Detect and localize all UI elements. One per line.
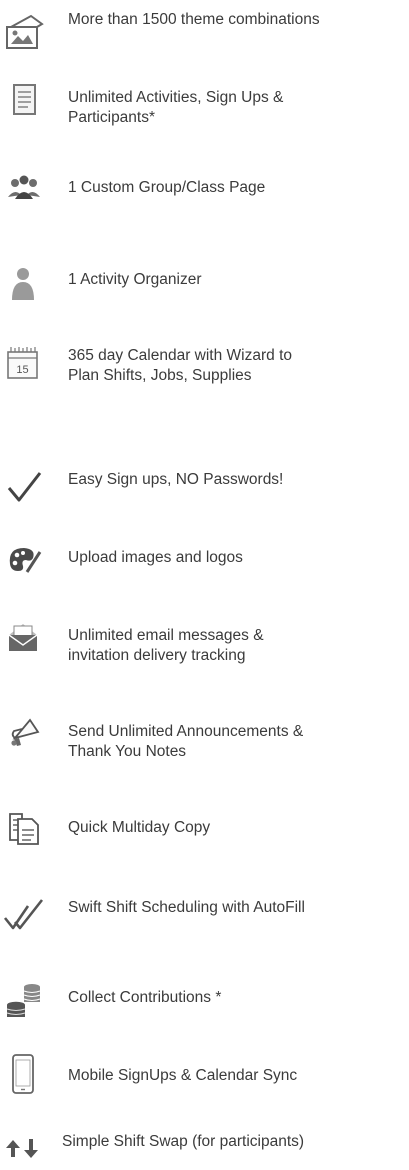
double-checkmark-icon	[2, 892, 46, 936]
person-icon	[2, 260, 46, 304]
group-icon	[2, 168, 46, 212]
feature-item-easy-signup: Easy Sign ups, NO Passwords!	[0, 462, 409, 512]
theme-picture-icon	[2, 10, 46, 54]
feature-label: Unlimited email messages & invitation de…	[68, 627, 264, 664]
feature-item-themes: More than 1500 theme combinations	[0, 6, 409, 56]
calendar-icon: 15	[2, 342, 46, 386]
feature-item-organizer: 1 Activity Organizer	[0, 258, 409, 308]
feature-label: More than 1500 theme combinations	[68, 11, 320, 28]
document-icon	[2, 80, 46, 124]
feature-label: Simple Shift Swap (for participants)	[62, 1133, 305, 1150]
feature-item-autofill: Swift Shift Scheduling with AutoFill	[0, 888, 409, 938]
megaphone-icon	[2, 712, 46, 756]
feature-label: 1 Custom Group/Class Page	[68, 179, 266, 196]
feature-label: Swift Shift Scheduling with AutoFill	[68, 899, 305, 916]
feature-label: Unlimited Activities, Sign Ups & Partici…	[68, 89, 284, 126]
feature-item-contributions: Collect Contributions *	[0, 978, 409, 1028]
swap-arrows-icon	[2, 1124, 46, 1168]
feature-item-upload-images: Upload images and logos	[0, 538, 409, 588]
feature-label: Mobile SignUps & Calendar Sync	[68, 1067, 298, 1084]
checkmark-icon	[2, 464, 46, 508]
feature-label: Easy Sign ups, NO Passwords!	[68, 471, 284, 488]
feature-item-activities: Unlimited Activities, Sign Ups & Partici…	[0, 80, 409, 130]
copy-documents-icon	[2, 806, 46, 850]
feature-label: Send Unlimited Announcements & Thank You…	[68, 723, 304, 760]
mobile-phone-icon	[2, 1052, 46, 1096]
feature-label: Collect Contributions *	[68, 989, 222, 1006]
feature-item-shift-swap: Simple Shift Swap (for participants)	[0, 1120, 409, 1170]
feature-label: Upload images and logos	[68, 549, 243, 566]
feature-item-email: Unlimited email messages & invitation de…	[0, 614, 409, 664]
feature-item-group-page: 1 Custom Group/Class Page	[0, 168, 409, 218]
feature-label: Quick Multiday Copy	[68, 819, 211, 836]
feature-list: More than 1500 theme combinations Unlimi…	[0, 0, 409, 1169]
feature-label: 1 Activity Organizer	[68, 271, 202, 288]
svg-text:15: 15	[16, 364, 28, 376]
feature-item-calendar: 15 365 day Calendar with Wizard to Plan …	[0, 342, 409, 392]
feature-label: 365 day Calendar with Wizard to Plan Shi…	[68, 347, 293, 384]
feature-item-announcements: Send Unlimited Announcements & Thank You…	[0, 712, 409, 762]
envelope-icon	[2, 614, 46, 658]
feature-item-mobile: Mobile SignUps & Calendar Sync	[0, 1052, 409, 1102]
palette-icon	[2, 538, 46, 582]
feature-item-multiday-copy: Quick Multiday Copy	[0, 806, 409, 856]
coins-icon	[2, 978, 46, 1022]
